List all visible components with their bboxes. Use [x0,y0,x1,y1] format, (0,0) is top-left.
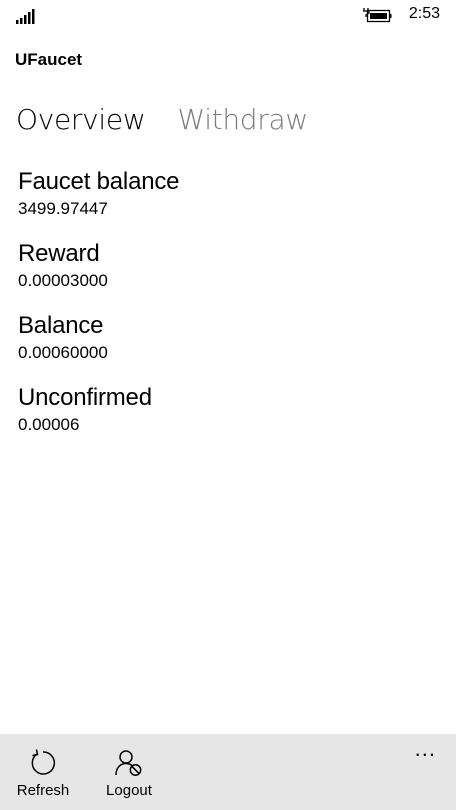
overview-panel: Faucet balance 3499.97447 Reward 0.00003… [18,168,180,456]
status-clock: 2:53 [408,5,440,22]
reward-label: Reward [18,240,100,267]
battery-charging-icon [363,8,392,23]
refresh-label: Refresh [16,782,70,799]
signal-icon [16,9,35,24]
logout-label: Logout [106,782,152,799]
logout-button[interactable]: Logout [94,748,164,799]
status-bar: 2:53 [0,0,456,32]
balance-label: Balance [18,312,104,339]
reward-field: Reward 0.00003000 [18,240,179,312]
more-options-button[interactable]: ... [415,736,436,762]
balance-field: Balance 0.00060000 [18,312,179,384]
unconfirmed-field: Unconfirmed 0.00006 [18,384,179,456]
unconfirmed-label: Unconfirmed [18,384,152,411]
tab-withdraw[interactable]: Withdraw [177,103,308,136]
unconfirmed-value: 0.00006 [18,415,80,434]
logout-icon [115,750,142,776]
app-title: UFaucet [15,50,83,69]
faucet-balance-value: 3499.97447 [18,199,108,218]
tab-overview[interactable]: Overview [16,103,146,136]
refresh-button[interactable]: Refresh [8,748,78,799]
pivot-header: Overview Withdraw [16,103,308,136]
app-bar: Refresh Logout ... [0,734,456,810]
reward-value: 0.00003000 [18,271,108,290]
faucet-balance-field: Faucet balance 3499.97447 [18,168,180,240]
balance-value: 0.00060000 [18,343,108,362]
refresh-icon [31,749,56,775]
faucet-balance-label: Faucet balance [18,168,180,195]
